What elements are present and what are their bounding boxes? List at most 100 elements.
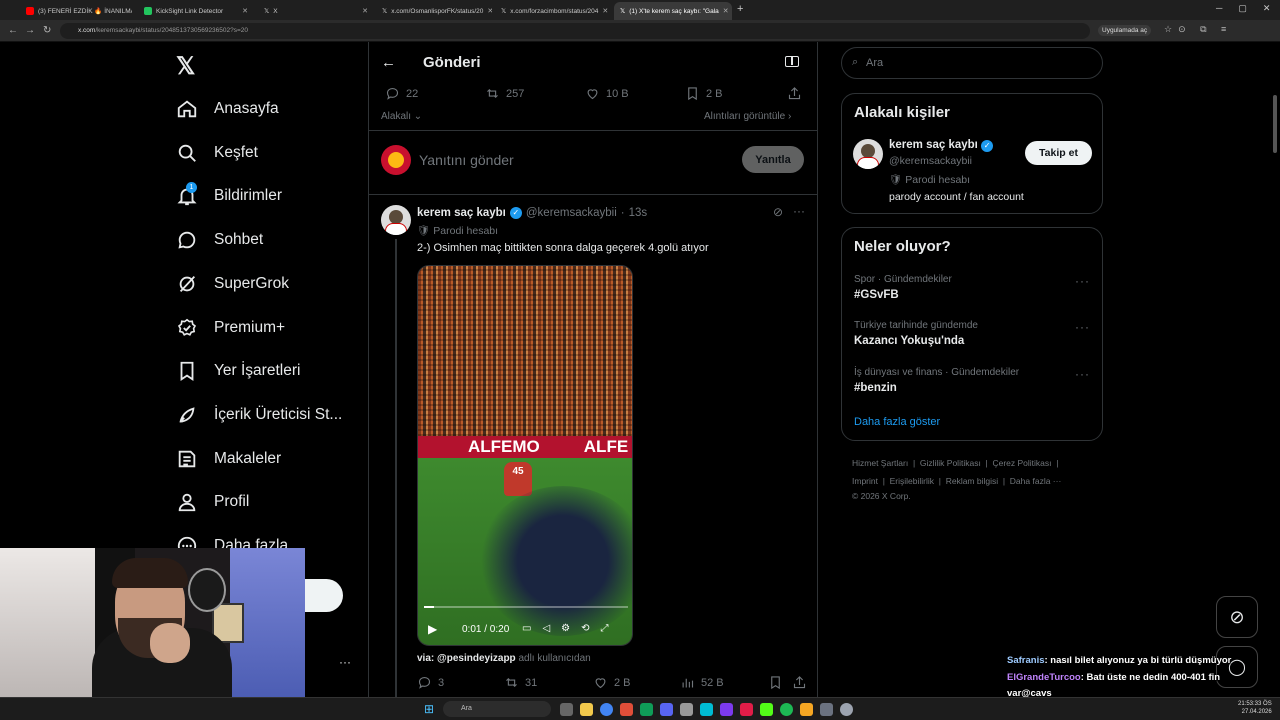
author-name[interactable]: kerem saç kaybı	[417, 207, 506, 219]
search-input[interactable]: ⌕ Ara	[841, 47, 1103, 79]
trend-item[interactable]: Türkiye tarihinde gündemde Kazancı Yokuşu…	[842, 318, 1102, 358]
trend-item[interactable]: İş dünyası ve finans · Gündemdekiler #ben…	[842, 365, 1102, 405]
close-icon[interactable]: ✕	[723, 7, 729, 15]
windows-start-icon[interactable]: ⊞	[424, 702, 434, 716]
close-icon[interactable]: ✕	[362, 7, 368, 15]
close-icon[interactable]: ✕	[242, 7, 248, 15]
app-icon[interactable]	[620, 703, 633, 716]
task-view-icon[interactable]	[560, 703, 573, 716]
sort-dropdown[interactable]: Alakalı ⌄	[381, 111, 422, 122]
app-icon[interactable]	[800, 703, 813, 716]
related-handle[interactable]: @keremsackaybii	[889, 155, 972, 167]
x-logo-icon[interactable]: 𝕏	[176, 52, 195, 81]
reader-icon[interactable]	[785, 56, 799, 67]
close-icon[interactable]: ✕	[487, 7, 492, 15]
messages-fab-icon[interactable]: ◯	[1216, 646, 1258, 688]
repost-stat[interactable]: 257	[485, 86, 524, 101]
video-control-icons[interactable]: ▭◁⚙⟲⤢	[522, 623, 619, 634]
view-quotes-link[interactable]: Alıntıları görüntüle ›	[704, 111, 791, 122]
url-field[interactable]: x.com/keremsackaybi/status/2048513730569…	[60, 23, 1090, 39]
follow-button[interactable]: Takip et	[1025, 141, 1092, 165]
discord-icon[interactable]	[660, 703, 673, 716]
browser-tab[interactable]: 𝕏x.com/OsmanlisporFK/status/20 ✕	[376, 2, 492, 20]
like-stat[interactable]: 2 B	[593, 675, 631, 690]
avatar[interactable]	[853, 139, 883, 169]
reply-button[interactable]: Yanıtla	[742, 146, 804, 173]
browser-tab-active[interactable]: 𝕏 (1) X'te kerem saç kaybı: "Gala ✕	[614, 2, 732, 20]
back-icon[interactable]: ←	[8, 25, 18, 36]
app-icon[interactable]	[720, 703, 733, 716]
reply-stat[interactable]: 3	[417, 675, 444, 690]
sidebar-item[interactable]: Premium+	[176, 313, 285, 343]
footer-link[interactable]: Çerez Politikası	[992, 458, 1051, 468]
author-handle[interactable]: @keremsackaybii	[526, 207, 617, 219]
views-stat[interactable]: 52 B	[680, 675, 724, 690]
sidebar-item[interactable]: İçerik Üreticisi St...	[176, 400, 342, 430]
footer-link[interactable]: Erişilebilirlik	[890, 476, 934, 486]
bookmark-icon[interactable]	[768, 675, 783, 690]
scrollbar[interactable]	[1273, 95, 1277, 153]
related-name[interactable]: kerem saç kaybı ✓	[889, 139, 994, 152]
sidebar-item[interactable]: Anasayfa	[176, 94, 279, 124]
kick-icon[interactable]	[760, 703, 773, 716]
app-icon[interactable]	[640, 703, 653, 716]
forward-icon[interactable]: →	[25, 25, 35, 36]
app-icon[interactable]	[680, 703, 693, 716]
play-icon[interactable]: ▶	[428, 622, 437, 636]
taskbar-search[interactable]: Ara	[443, 701, 551, 717]
file-explorer-icon[interactable]	[580, 703, 593, 716]
sidebar-item[interactable]: Keşfet	[176, 138, 258, 168]
more-options-icon[interactable]: ···	[1075, 367, 1090, 381]
reply-stat[interactable]: 22	[385, 86, 418, 101]
grok-icon[interactable]: ⊘	[773, 205, 783, 219]
browser-tab[interactable]: 𝕏 X ✕	[258, 2, 374, 20]
via-handle[interactable]: via: @pesindeyizapp	[417, 653, 516, 664]
video-player[interactable]: ALFEMO ALFE 45 ▶ 0:01 / 0:20 ▭◁⚙⟲⤢	[417, 265, 633, 646]
footer-link[interactable]: Daha fazla ···	[1010, 476, 1062, 486]
show-more-link[interactable]: Daha fazla göster	[854, 416, 940, 428]
spotify-icon[interactable]	[780, 703, 793, 716]
video-progress-track[interactable]	[424, 606, 628, 608]
repost-stat[interactable]: 31	[504, 675, 537, 690]
footer-link[interactable]: Imprint	[852, 476, 878, 486]
close-icon[interactable]: ✕	[602, 7, 608, 15]
new-tab-icon[interactable]: +	[737, 3, 743, 15]
trend-item[interactable]: Spor · Gündemdekiler #GSvFB ···	[842, 272, 1102, 312]
sidebar-item[interactable]: 1 Bildirimler	[176, 181, 282, 211]
browser-tab[interactable]: 𝕏x.com/forzacimbom/status/204 ✕	[495, 2, 611, 20]
open-in-app-badge[interactable]: Uygulamada aç	[1098, 25, 1152, 36]
post-time[interactable]: 13s	[629, 207, 648, 219]
sidebar-item[interactable]: Sohbet	[176, 225, 263, 255]
footer-link[interactable]: Gizlilik Politikası	[920, 458, 981, 468]
more-options-icon[interactable]: ···	[1075, 320, 1090, 334]
app-icon[interactable]	[820, 703, 833, 716]
browser-toolbar-icons[interactable]: ☆⊙ ⧉ ≡	[1164, 24, 1232, 35]
footer-link[interactable]: Hizmet Şartları	[852, 458, 908, 468]
account-more-icon[interactable]: ···	[339, 655, 351, 669]
sidebar-item[interactable]: Yer İşaretleri	[176, 356, 300, 386]
more-options-icon[interactable]: ···	[1075, 274, 1090, 288]
obs-icon[interactable]	[840, 703, 853, 716]
post-button[interactable]	[305, 579, 343, 612]
share-icon[interactable]	[792, 675, 807, 690]
app-icon[interactable]	[740, 703, 753, 716]
browser-tab[interactable]: KickSight Link Detector ✕	[138, 2, 254, 20]
chrome-icon[interactable]	[600, 703, 613, 716]
like-stat[interactable]: 10 B	[585, 86, 629, 101]
reply-input[interactable]: Yanıtını gönder	[419, 152, 514, 168]
footer-link[interactable]: Reklam bilgisi	[946, 476, 998, 486]
taskbar-clock[interactable]: 21:53:33 ÖS 27.04.2026	[1238, 700, 1272, 716]
sidebar-item[interactable]: Makaleler	[176, 444, 281, 474]
app-icon[interactable]	[700, 703, 713, 716]
back-arrow-icon[interactable]: ←	[381, 54, 396, 71]
more-options-icon[interactable]: ···	[793, 204, 805, 218]
bookmark-stat[interactable]: 2 B	[685, 86, 723, 101]
sidebar-item[interactable]: Profil	[176, 487, 249, 517]
reload-icon[interactable]: ↻	[43, 25, 51, 36]
avatar[interactable]	[381, 145, 411, 175]
share-icon[interactable]	[787, 86, 802, 101]
avatar[interactable]	[381, 205, 411, 235]
window-controls[interactable]: ─▢✕	[1216, 3, 1280, 14]
sidebar-item[interactable]: SuperGrok	[176, 269, 289, 299]
grok-fab-icon[interactable]: ⊘	[1216, 596, 1258, 638]
